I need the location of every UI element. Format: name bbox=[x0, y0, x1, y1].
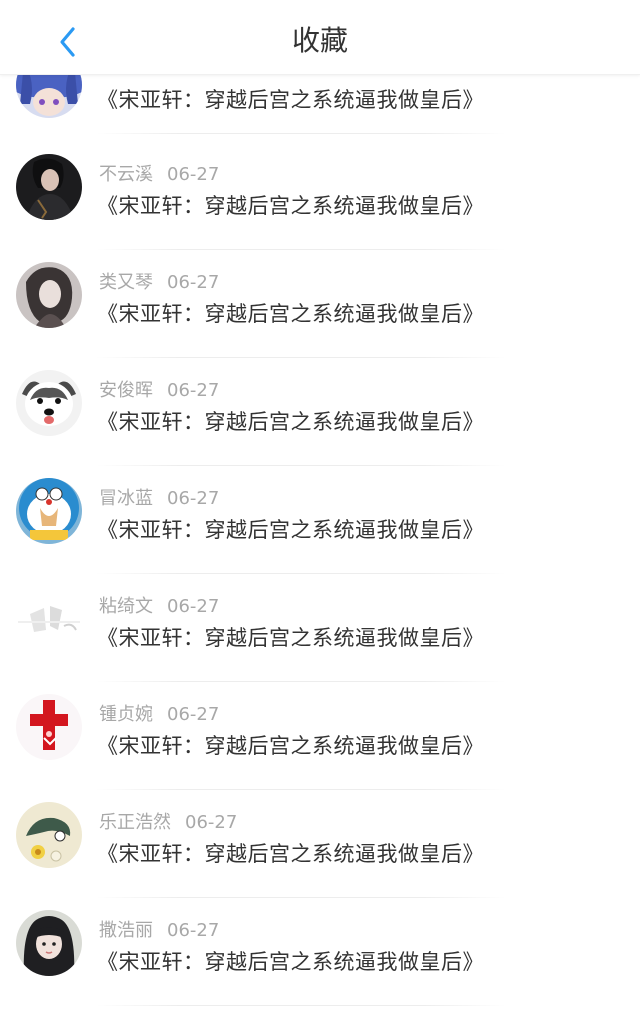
divider bbox=[96, 249, 506, 250]
item-date: 06-27 bbox=[167, 920, 220, 941]
author-name: 锺贞婉 bbox=[99, 704, 153, 725]
list-item[interactable]: 不云溪 06-27 《宋亚轩：穿越后宫之系统逼我做皇后》 bbox=[0, 154, 640, 262]
item-meta: 粘绮文 06-27 bbox=[99, 592, 219, 618]
page-title: 收藏 bbox=[291, 24, 348, 57]
item-meta: 乐正浩然 06-27 bbox=[99, 808, 237, 834]
item-meta: 类又琴 06-27 bbox=[99, 268, 219, 294]
divider bbox=[96, 1005, 506, 1006]
avatar[interactable] bbox=[16, 154, 82, 220]
list-item[interactable]: 类又琴 06-27 《宋亚轩：穿越后宫之系统逼我做皇后》 bbox=[0, 262, 640, 370]
avatar[interactable] bbox=[16, 262, 82, 328]
favorites-screen: 收藏 《宋亚轩：穿越后宫之系统逼我做皇后》 不云溪 06-27 《宋亚轩：穿越后… bbox=[0, 0, 640, 1014]
item-title: 《宋亚轩：穿越后宫之系统逼我做皇后》 bbox=[97, 88, 484, 112]
avatar[interactable] bbox=[16, 370, 82, 436]
divider bbox=[96, 681, 506, 682]
item-date: 06-27 bbox=[167, 488, 220, 509]
item-title: 《宋亚轩：穿越后宫之系统逼我做皇后》 bbox=[97, 842, 484, 866]
avatar[interactable] bbox=[16, 478, 82, 544]
list-item[interactable]: 粘绮文 06-27 《宋亚轩：穿越后宫之系统逼我做皇后》 bbox=[0, 586, 640, 694]
author-name: 安俊晖 bbox=[99, 380, 153, 401]
list-item[interactable]: 冒冰蓝 06-27 《宋亚轩：穿越后宫之系统逼我做皇后》 bbox=[0, 478, 640, 586]
list-item[interactable]: 乐正浩然 06-27 《宋亚轩：穿越后宫之系统逼我做皇后》 bbox=[0, 802, 640, 910]
avatar[interactable] bbox=[16, 802, 82, 868]
divider bbox=[96, 897, 506, 898]
item-meta: 锺贞婉 06-27 bbox=[99, 700, 219, 726]
item-date: 06-27 bbox=[167, 704, 220, 725]
author-name: 撒浩丽 bbox=[99, 920, 153, 941]
divider bbox=[96, 357, 506, 358]
item-title: 《宋亚轩：穿越后宫之系统逼我做皇后》 bbox=[97, 410, 484, 434]
item-meta: 不云溪 06-27 bbox=[99, 160, 219, 186]
avatar[interactable] bbox=[16, 694, 82, 760]
item-meta: 冒冰蓝 06-27 bbox=[99, 484, 219, 510]
divider bbox=[96, 789, 506, 790]
divider bbox=[96, 573, 506, 574]
author-name: 粘绮文 bbox=[99, 596, 153, 617]
item-meta: 安俊晖 06-27 bbox=[99, 376, 219, 402]
item-meta: 撒浩丽 06-27 bbox=[99, 916, 219, 942]
divider bbox=[96, 465, 506, 466]
list-item[interactable]: 撒浩丽 06-27 《宋亚轩：穿越后宫之系统逼我做皇后》 bbox=[0, 910, 640, 1014]
item-title: 《宋亚轩：穿越后宫之系统逼我做皇后》 bbox=[97, 302, 484, 326]
list-item[interactable]: 锺贞婉 06-27 《宋亚轩：穿越后宫之系统逼我做皇后》 bbox=[0, 694, 640, 802]
author-name: 冒冰蓝 bbox=[99, 488, 153, 509]
author-name: 不云溪 bbox=[99, 164, 153, 185]
divider bbox=[96, 133, 506, 134]
author-name: 类又琴 bbox=[99, 272, 153, 293]
item-date: 06-27 bbox=[167, 380, 220, 401]
item-title: 《宋亚轩：穿越后宫之系统逼我做皇后》 bbox=[97, 626, 484, 650]
item-title: 《宋亚轩：穿越后宫之系统逼我做皇后》 bbox=[97, 518, 484, 542]
item-date: 06-27 bbox=[167, 596, 220, 617]
avatar[interactable] bbox=[16, 910, 82, 976]
author-name: 乐正浩然 bbox=[99, 812, 171, 833]
item-title: 《宋亚轩：穿越后宫之系统逼我做皇后》 bbox=[97, 950, 484, 974]
item-title: 《宋亚轩：穿越后宫之系统逼我做皇后》 bbox=[97, 734, 484, 758]
nav-bar: 收藏 bbox=[0, 0, 640, 75]
list-item[interactable]: 安俊晖 06-27 《宋亚轩：穿越后宫之系统逼我做皇后》 bbox=[0, 370, 640, 478]
item-date: 06-27 bbox=[167, 272, 220, 293]
item-title: 《宋亚轩：穿越后宫之系统逼我做皇后》 bbox=[97, 194, 484, 218]
item-date: 06-27 bbox=[167, 164, 220, 185]
avatar[interactable] bbox=[16, 586, 82, 652]
item-date: 06-27 bbox=[185, 812, 238, 833]
